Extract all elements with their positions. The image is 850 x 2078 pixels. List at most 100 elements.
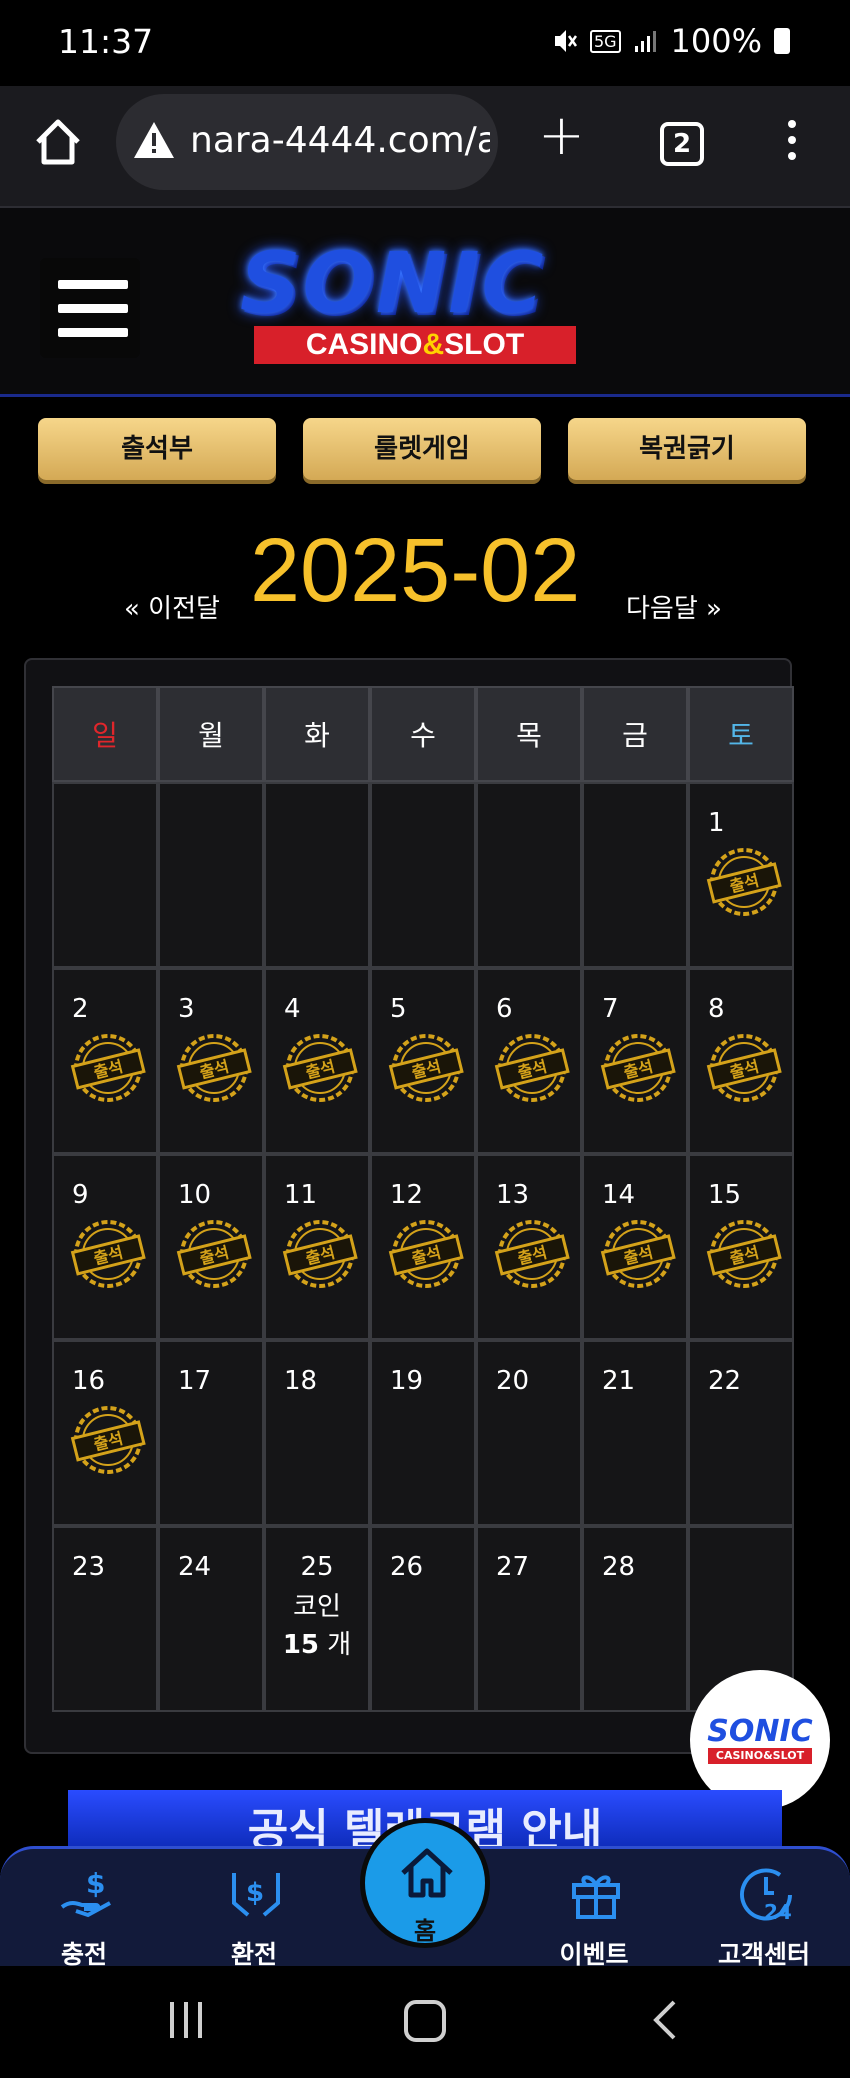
- calendar-day[interactable]: 16 출석: [52, 1340, 158, 1526]
- day-number: 24: [178, 1552, 212, 1582]
- day-number: 12: [390, 1180, 424, 1210]
- address-bar[interactable]: nara-4444.com/a: [116, 94, 498, 190]
- withdraw-icon: $: [232, 1873, 280, 1917]
- day-number: 21: [602, 1366, 636, 1396]
- calendar-day[interactable]: 25 코인 15 개: [264, 1526, 370, 1712]
- attendance-stamp-icon: 출석: [70, 1220, 146, 1288]
- prev-month-link[interactable]: « 이전달: [124, 588, 220, 625]
- calendar-day[interactable]: 3 출석: [158, 968, 264, 1154]
- calendar-day[interactable]: 6 출석: [476, 968, 582, 1154]
- calendar-day[interactable]: 5 출석: [370, 968, 476, 1154]
- calendar-day[interactable]: 8 출석: [688, 968, 794, 1154]
- calendar-day[interactable]: 1 출석: [688, 782, 794, 968]
- day-number: 13: [496, 1180, 530, 1210]
- url-text[interactable]: nara-4444.com/a: [190, 120, 490, 161]
- mute-icon: [554, 30, 577, 52]
- attendance-stamp-icon: 출석: [706, 848, 782, 916]
- logo-subtitle: CASINO&SLOT: [254, 326, 576, 364]
- tab-count-button[interactable]: 2: [660, 122, 704, 166]
- attendance-stamp-icon: 출석: [282, 1034, 358, 1102]
- attendance-stamp-icon: 출석: [706, 1220, 782, 1288]
- day-number: 16: [72, 1366, 106, 1396]
- status-icons: 5G 100%: [552, 22, 790, 60]
- calendar-day[interactable]: 18: [264, 1340, 370, 1526]
- calendar-day[interactable]: 22: [688, 1340, 794, 1526]
- attendance-calendar: 일 월 화 수 목 금 토 1 출석 2 출석 3 출석 4 출석 5 출석 6 출석 7 출석 8 출석 9 출석 10 출석 11…: [24, 658, 794, 1754]
- nav-support[interactable]: 24 고객센터: [694, 1849, 834, 1969]
- calendar-day[interactable]: 11 출석: [264, 1154, 370, 1340]
- more-menu-icon[interactable]: [782, 120, 802, 168]
- calendar-day[interactable]: 23: [52, 1526, 158, 1712]
- day-number: 6: [496, 994, 513, 1024]
- gift-icon: [572, 1875, 620, 1919]
- calendar-day[interactable]: 13 출석: [476, 1154, 582, 1340]
- attendance-stamp-icon: 출석: [388, 1220, 464, 1288]
- day-number: 8: [708, 994, 725, 1024]
- back-icon[interactable]: [650, 1998, 680, 2042]
- calendar-day[interactable]: 7 출석: [582, 968, 688, 1154]
- network-type: 5G: [589, 29, 621, 53]
- home-icon: [401, 1848, 453, 1898]
- status-bar: 11:37 5G 100%: [0, 0, 850, 86]
- day-number: 2: [72, 994, 89, 1024]
- system-navigation-bar: [0, 1966, 850, 2078]
- status-time: 11:37: [58, 22, 154, 61]
- day-number: 10: [178, 1180, 212, 1210]
- calendar-day[interactable]: 17: [158, 1340, 264, 1526]
- nav-event[interactable]: 이벤트: [524, 1849, 664, 1969]
- browser-home-icon[interactable]: [30, 114, 86, 170]
- day-number: 17: [178, 1366, 212, 1396]
- calendar-day[interactable]: 15 출석: [688, 1154, 794, 1340]
- weekday-header: 수: [370, 686, 476, 782]
- day-number: 22: [708, 1366, 742, 1396]
- site-logo[interactable]: SONIC CASINO&SLOT: [240, 238, 610, 368]
- recent-apps-icon[interactable]: [168, 2002, 208, 2038]
- nav-withdraw[interactable]: $ 환전: [184, 1849, 324, 1969]
- day-number: 15: [708, 1180, 742, 1210]
- attendance-stamp-icon: 출석: [600, 1220, 676, 1288]
- calendar-day[interactable]: 12 출석: [370, 1154, 476, 1340]
- lottery-button[interactable]: 복권긁기: [568, 418, 806, 480]
- day-number: 28: [602, 1552, 636, 1582]
- attendance-stamp-icon: 출석: [282, 1220, 358, 1288]
- warning-icon[interactable]: [132, 120, 176, 160]
- attendance-stamp-icon: 출석: [176, 1034, 252, 1102]
- calendar-day[interactable]: 4 출석: [264, 968, 370, 1154]
- calendar-day[interactable]: 20: [476, 1340, 582, 1526]
- day-number: 25: [300, 1552, 334, 1582]
- nav-deposit[interactable]: $ 충전: [14, 1849, 154, 1969]
- calendar-day[interactable]: 27: [476, 1526, 582, 1712]
- calendar-day[interactable]: 24: [158, 1526, 264, 1712]
- day-number: 23: [72, 1552, 106, 1582]
- coin-label: 코인: [293, 1592, 341, 1622]
- calendar-day[interactable]: 28: [582, 1526, 688, 1712]
- calendar-day[interactable]: 26: [370, 1526, 476, 1712]
- calendar-day[interactable]: 10 출석: [158, 1154, 264, 1340]
- weekday-header: 화: [264, 686, 370, 782]
- attendance-stamp-icon: 출석: [706, 1034, 782, 1102]
- floating-logo-button[interactable]: SONIC CASINO&SLOT: [690, 1670, 830, 1810]
- roulette-button[interactable]: 룰렛게임: [303, 418, 541, 480]
- system-home-icon[interactable]: [404, 2000, 446, 2042]
- calendar-empty-cell: [476, 782, 582, 968]
- weekday-header: 목: [476, 686, 582, 782]
- calendar-day[interactable]: 2 출석: [52, 968, 158, 1154]
- floating-logo-brand: SONIC: [707, 1714, 813, 1749]
- attendance-stamp-icon: 출석: [600, 1034, 676, 1102]
- weekday-header: 월: [158, 686, 264, 782]
- day-number: 11: [284, 1180, 318, 1210]
- day-number: 4: [284, 994, 301, 1024]
- day-number: 9: [72, 1180, 89, 1210]
- day-number: 26: [390, 1552, 424, 1582]
- calendar-day[interactable]: 9 출석: [52, 1154, 158, 1340]
- next-month-link[interactable]: 다음달 »: [626, 588, 722, 625]
- hamburger-menu-icon[interactable]: [40, 258, 140, 358]
- calendar-day[interactable]: 19: [370, 1340, 476, 1526]
- nav-home[interactable]: 홈: [360, 1818, 490, 1948]
- calendar-day[interactable]: 21: [582, 1340, 688, 1526]
- calendar-day[interactable]: 14 출석: [582, 1154, 688, 1340]
- attendance-stamp-icon: 출석: [176, 1220, 252, 1288]
- attendance-button[interactable]: 출석부: [38, 418, 276, 480]
- svg-text:$: $: [246, 1878, 264, 1908]
- new-tab-icon[interactable]: +: [538, 108, 585, 164]
